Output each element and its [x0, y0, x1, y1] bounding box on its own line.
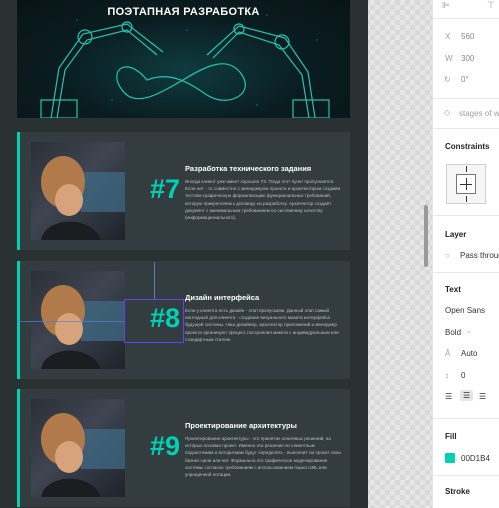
hero-title: ПОЭТАПНАЯ РАЗРАБОТКА: [107, 6, 260, 18]
layer-header: Layer: [445, 230, 467, 239]
stage-photo: [31, 271, 125, 369]
fill-hex-field[interactable]: 00D1B4: [461, 454, 490, 463]
stage-card-7[interactable]: #7 Разработка технического задания Иногд…: [17, 132, 350, 250]
component-diamond-icon: ◇: [444, 108, 451, 117]
font-weight-select[interactable]: Bold: [445, 328, 461, 337]
x-field[interactable]: 560: [461, 32, 474, 41]
measure-guide-horizontal: [17, 321, 124, 322]
fill-color-swatch[interactable]: [445, 453, 455, 463]
constraints-header: Constraints: [445, 142, 490, 151]
letter-spacing-icon: ↕: [445, 371, 449, 380]
stage-description[interactable]: Проектирование архитектуры - это приняти…: [185, 435, 341, 478]
align-center-icon[interactable]: ☰: [460, 390, 474, 401]
stage-title[interactable]: Проектирование архитектуры: [185, 421, 297, 430]
chevron-down-icon[interactable]: ⌄: [466, 327, 472, 335]
stage-photo: [31, 142, 125, 240]
layer-blend-icon: ○: [445, 251, 450, 260]
measure-guide-vertical: [154, 262, 155, 299]
stage-card-9[interactable]: #9 Проектирование архитектуры Проектиров…: [17, 389, 350, 507]
constraint-inner-box[interactable]: [456, 174, 476, 194]
accent-bar: [17, 132, 20, 250]
artboard[interactable]: ПОЭТАПНАЯ РАЗРАБОТКА #7 Разработка техни…: [0, 0, 368, 508]
canvas[interactable]: ПОЭТАПНАЯ РАЗРАБОТКА #7 Разработка техни…: [0, 0, 432, 508]
stage-description[interactable]: Иногда клиент уже имеет хорошее ТЗ. Тогд…: [185, 178, 341, 221]
component-name[interactable]: stages of w: [459, 109, 499, 118]
align-left-icon[interactable]: ☰: [445, 392, 452, 401]
letter-spacing-field[interactable]: 0: [461, 371, 465, 380]
properties-panel: ⊫ ⊤ X 560 W 300 ↻ 0° ◇ stages of w Const…: [432, 0, 499, 508]
accent-bar: [17, 261, 20, 379]
fill-header: Fill: [445, 432, 457, 441]
line-height-icon: Â: [445, 349, 451, 358]
selection-box[interactable]: [124, 299, 184, 343]
hero-banner[interactable]: ПОЭТАПНАЯ РАЗРАБОТКА: [17, 0, 350, 118]
x-label: X: [445, 32, 451, 41]
accent-bar: [17, 389, 20, 507]
canvas-scrollbar[interactable]: [424, 205, 428, 267]
line-height-field[interactable]: Auto: [461, 349, 477, 358]
w-field[interactable]: 300: [461, 54, 474, 63]
stage-photo: [31, 399, 125, 497]
w-label: W: [445, 54, 453, 63]
rotation-field[interactable]: 0°: [461, 75, 469, 84]
align-right-icon[interactable]: ☰: [479, 392, 486, 401]
stage-title[interactable]: Дизайн интерфейса: [185, 293, 259, 302]
stroke-header: Stroke: [445, 487, 470, 496]
stage-title[interactable]: Разработка технического задания: [185, 164, 311, 173]
constraints-widget[interactable]: [446, 164, 486, 204]
font-family-select[interactable]: Open Sans: [445, 306, 485, 315]
rotation-icon: ↻: [444, 75, 451, 84]
stage-description[interactable]: Если у клиента есть дизайн - этап пропус…: [185, 307, 341, 343]
align-left-icon[interactable]: ⊫: [442, 0, 450, 11]
layer-mode-select[interactable]: Pass through: [460, 251, 499, 260]
align-top-icon[interactable]: ⊤: [487, 0, 495, 11]
text-header: Text: [445, 285, 461, 294]
